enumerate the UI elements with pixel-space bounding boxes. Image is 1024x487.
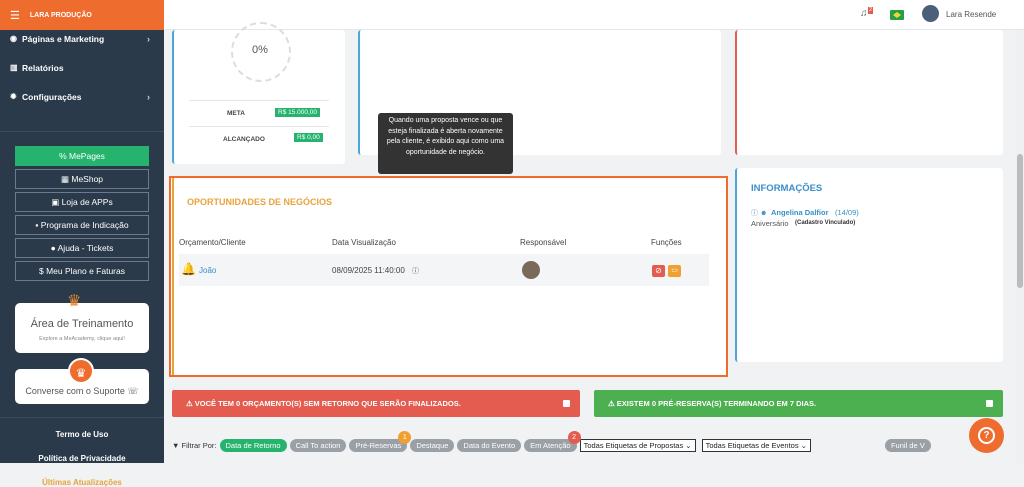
bell-icon[interactable]: ♫ (860, 8, 868, 19)
sidebar-item-label: Relatórios (22, 62, 64, 73)
support-label: Converse com o Suporte ☏ (25, 386, 139, 396)
filter-tag-data-retorno[interactable]: Data de Retorno (219, 439, 287, 452)
training-subtitle: Explore a MeAcademy, clique aqui! (39, 336, 125, 342)
question-icon: ? (978, 427, 995, 444)
divider (0, 131, 164, 132)
info-title: INFORMAÇÕES (751, 183, 823, 194)
tag-label: Pré-Reservas (355, 441, 402, 450)
pages-icon: ◉ (10, 34, 17, 43)
meta-label: META (227, 110, 245, 117)
event-tags-select[interactable]: Todas Etiquetas de Eventos ⌄ (701, 439, 811, 452)
achieved-value: R$ 0,00 (294, 133, 323, 142)
updates-link[interactable]: Últimas Atualizações (0, 478, 164, 487)
brazil-flag-icon[interactable] (890, 10, 904, 20)
col-header-responsible: Responsável (520, 238, 567, 247)
filter-bar: ▼ Filtrar Por: Data de Retorno Call To a… (172, 431, 934, 452)
sidebar-item-label: Páginas e Marketing (22, 33, 105, 44)
goal-panel: 0% META R$ 15.000,00 ALCANÇADO R$ 0,00 (172, 22, 345, 164)
training-card[interactable]: ♛ Área de Treinamento Explore a MeAcadem… (15, 293, 149, 353)
divider (189, 126, 329, 127)
goal-percent: 0% (252, 44, 268, 56)
training-title: Área de Treinamento (30, 318, 134, 330)
help-tickets-button[interactable]: ● Ajuda - Tickets (15, 238, 149, 258)
plan-invoices-button[interactable]: $ Meu Plano e Faturas (15, 261, 149, 281)
table-row[interactable]: 🔔 João 08/09/2025 11:40:00 ⓘ ⊘ ▭ (179, 254, 709, 286)
no-return-alert-text: ⚠ VOCÊ TEM 0 ORÇAMENTO(S) SEM RETORNO QU… (186, 399, 461, 408)
app-store-button[interactable]: ▣ Loja de APPs (15, 192, 149, 212)
view-date: 08/09/2025 11:40:00 (332, 266, 405, 275)
proposal-tags-select[interactable]: Todas Etiquetas de Propostas ⌄ (579, 439, 696, 452)
birthday-label: Aniversário (751, 219, 789, 228)
sidebar: ☰ LARA PRODUÇÃO ◉ Páginas e Marketing › ▥ R… (0, 0, 164, 487)
opportunities-title: OPORTUNIDADES DE NEGÓCIOS (187, 197, 333, 207)
sidebar-item-paginas[interactable]: ◉ Páginas e Marketing › (0, 24, 164, 53)
chevron-right-icon: › (147, 91, 150, 102)
birthday-date: (14/09) (835, 208, 859, 217)
filter-tag-call-to-action[interactable]: Call To action (289, 439, 347, 452)
divider (189, 100, 329, 101)
expand-icon[interactable] (986, 400, 993, 407)
col-header-client: Orçamento/Cliente (179, 238, 246, 247)
help-fab-button[interactable]: ? (969, 418, 1004, 453)
user-name[interactable]: Lara Resende (946, 10, 996, 19)
funnel-button[interactable]: Funil de V (884, 439, 931, 452)
notification-badge: 2 (868, 7, 874, 14)
sidebar-item-label: Configurações (22, 91, 82, 102)
topbar: ♫ 2 Lara Resende (164, 0, 1024, 30)
filter-tag-destaque[interactable]: Destaque (410, 439, 455, 452)
sidebar-item-configuracoes[interactable]: ✹ Configurações › (0, 82, 164, 111)
avatar[interactable] (922, 5, 939, 22)
users-icon: ⓘ ☻ (751, 210, 768, 217)
sidebar-item-relatorios[interactable]: ▥ Relatórios (0, 53, 164, 82)
filter-tag-pre-reservas[interactable]: Pré-Reservas 1 (349, 431, 412, 452)
chart-icon: ▥ (10, 63, 18, 72)
tag-label: Em Atenção (530, 441, 571, 450)
chevron-right-icon: › (147, 33, 150, 44)
sleep-bell-icon: 🔔 (181, 262, 196, 276)
count-badge: 1 (398, 431, 412, 444)
achieved-label: ALCANÇADO (223, 136, 265, 143)
brand-name: LARA PRODUÇÃO (29, 11, 92, 19)
responsible-avatar (522, 261, 540, 279)
right-panel (735, 30, 1003, 155)
menu-icon[interactable]: ☰ (10, 9, 20, 22)
pre-reservation-alert: ⚠ EXISTEM 0 PRÉ-RESERVA(S) TERMINANDO EM… (594, 390, 1003, 417)
no-return-alert: ⚠ VOCÊ TEM 0 ORÇAMENTO(S) SEM RETORNO QU… (172, 390, 580, 417)
meta-value: R$ 15.000,00 (275, 108, 321, 117)
support-avatar-icon: ♛ (68, 358, 94, 384)
birthday-tag: (Cadastro Vinculado) (795, 220, 856, 226)
count-badge: 2 (567, 431, 581, 444)
terms-link[interactable]: Termo de Uso (0, 430, 164, 439)
filter-label: ▼ Filtrar Por: (172, 441, 217, 450)
info-icon[interactable]: ⓘ (412, 266, 419, 276)
scrollbar[interactable] (1016, 30, 1024, 463)
opportunities-panel: OPORTUNIDADES DE NEGÓCIOS Orçamento/Clie… (169, 176, 728, 377)
referral-program-button[interactable]: ▪ Programa de Indicação (15, 215, 149, 235)
mepages-button[interactable]: % MePages (15, 146, 149, 166)
filter-tag-data-evento[interactable]: Data do Evento (457, 439, 522, 452)
privacy-link[interactable]: Política de Privacidade (0, 454, 164, 463)
crown-icon: ♛ (67, 293, 82, 310)
filter-tag-em-atencao[interactable]: Em Atenção 2 (524, 431, 581, 452)
meshop-button[interactable]: ▦ MeShop (15, 169, 149, 189)
scrollbar-thumb[interactable] (1017, 154, 1023, 288)
col-header-functions: Funções (651, 238, 682, 247)
info-panel: INFORMAÇÕES ⓘ ☻ Angelina Dalfior (14/09)… (735, 168, 1003, 362)
pre-reservation-alert-text: ⚠ EXISTEM 0 PRÉ-RESERVA(S) TERMINANDO EM… (608, 399, 817, 408)
cancel-button[interactable]: ⊘ (652, 265, 665, 277)
client-name[interactable]: João (199, 266, 216, 275)
gear-icon: ✹ (10, 92, 17, 101)
col-header-date: Data Visualização (332, 238, 396, 247)
accent-line (172, 178, 174, 375)
divider (0, 417, 164, 418)
ticket-button[interactable]: ▭ (668, 265, 681, 277)
tooltip: Quando uma proposta vence ou que esteja … (378, 113, 513, 174)
birthday-person[interactable]: Angelina Dalfior (771, 208, 829, 217)
support-card[interactable]: ♛ Converse com o Suporte ☏ (15, 358, 149, 404)
expand-icon[interactable] (563, 400, 570, 407)
